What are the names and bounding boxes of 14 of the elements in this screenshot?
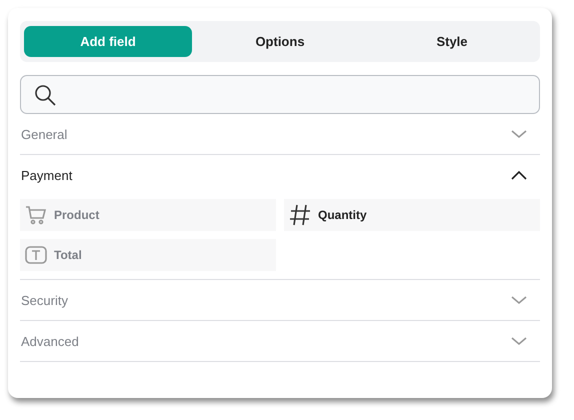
section-title[interactable]: Payment — [21, 168, 72, 182]
tab[interactable]: Style — [368, 26, 536, 57]
search-icon — [33, 82, 57, 106]
search-field[interactable] — [20, 75, 540, 114]
field-label: Product — [54, 208, 100, 222]
text-field-icon — [24, 243, 48, 267]
chevron-up-icon[interactable] — [510, 169, 528, 181]
tab[interactable]: Add field — [24, 26, 192, 57]
field-item[interactable]: Quantity — [284, 199, 540, 231]
field-label: Quantity — [318, 208, 367, 222]
cart-icon — [24, 203, 48, 227]
tab[interactable]: Options — [196, 26, 364, 57]
field-label: Total — [54, 248, 82, 262]
hash-icon — [288, 203, 312, 227]
